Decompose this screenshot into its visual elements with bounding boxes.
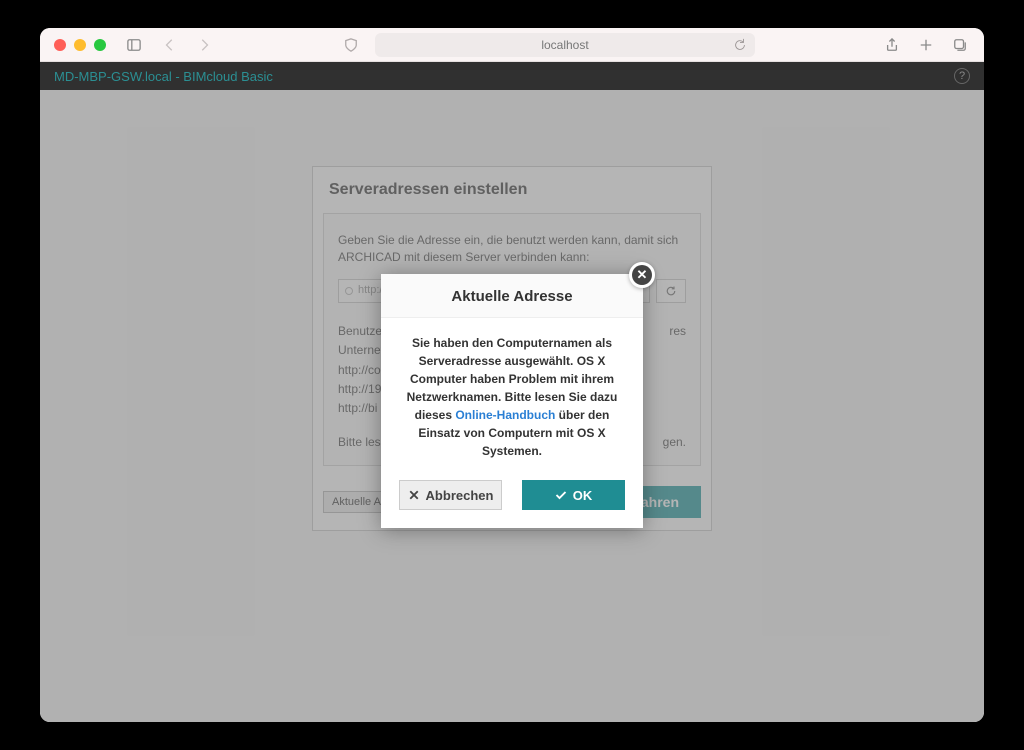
window-zoom-icon[interactable] xyxy=(94,39,106,51)
privacy-shield-icon[interactable] xyxy=(341,35,361,55)
current-address-modal: ✕ Aktuelle Adresse Sie haben den Compute… xyxy=(381,274,643,528)
modal-actions: Abbrechen OK xyxy=(381,470,643,528)
tab-overview-icon[interactable] xyxy=(950,35,970,55)
page-content: Serveradressen einstellen Geben Sie die … xyxy=(40,90,984,722)
traffic-lights xyxy=(54,39,106,51)
online-manual-link[interactable]: Online-Handbuch xyxy=(455,408,555,422)
modal-body: Sie haben den Computernamen als Serverad… xyxy=(381,318,643,470)
ok-label: OK xyxy=(573,488,593,503)
modal-title: Aktuelle Adresse xyxy=(381,274,643,318)
reload-icon[interactable] xyxy=(733,38,747,52)
new-tab-icon[interactable] xyxy=(916,35,936,55)
cancel-label: Abbrechen xyxy=(426,488,494,503)
browser-titlebar: localhost xyxy=(40,28,984,62)
url-bar[interactable]: localhost xyxy=(375,33,755,57)
app-title: MD-MBP-GSW.local - BIMcloud Basic xyxy=(54,69,273,84)
share-icon[interactable] xyxy=(882,35,902,55)
help-icon[interactable]: ? xyxy=(954,68,970,84)
back-icon[interactable] xyxy=(160,35,180,55)
nav-arrows xyxy=(160,35,214,55)
modal-close-button[interactable]: ✕ xyxy=(629,262,655,288)
app-header: MD-MBP-GSW.local - BIMcloud Basic ? xyxy=(40,62,984,90)
browser-window: localhost MD-MBP-GSW.local - BIMcloud Ba… xyxy=(40,28,984,722)
sidebar-toggle-icon[interactable] xyxy=(124,35,144,55)
ok-button[interactable]: OK xyxy=(522,480,625,510)
close-icon: ✕ xyxy=(632,265,652,285)
url-text: localhost xyxy=(541,38,588,52)
window-minimize-icon[interactable] xyxy=(74,39,86,51)
cancel-button[interactable]: Abbrechen xyxy=(399,480,502,510)
toolbar-right xyxy=(882,35,970,55)
window-close-icon[interactable] xyxy=(54,39,66,51)
forward-icon[interactable] xyxy=(194,35,214,55)
